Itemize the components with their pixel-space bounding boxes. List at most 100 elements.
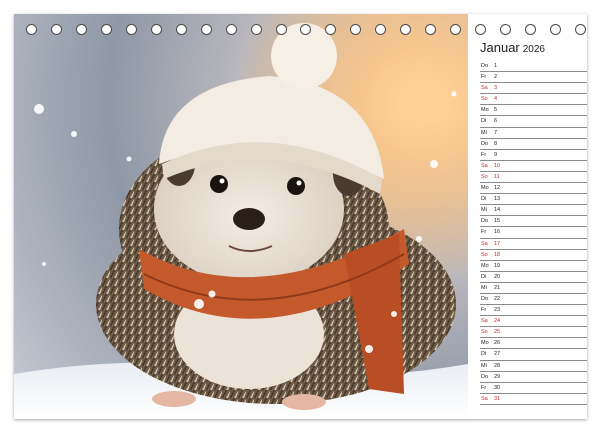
day-row: Fr 30: [480, 383, 587, 394]
day-number: 18: [494, 251, 501, 258]
weekday-label: Di: [481, 118, 487, 125]
day-number: 24: [494, 318, 501, 325]
weekday-label: Mi: [481, 207, 487, 214]
day-row: Fr 23: [480, 305, 587, 317]
day-row: Mo 12: [480, 183, 587, 195]
day-number: 1: [494, 63, 498, 69]
day-row: Do 15: [480, 216, 587, 228]
day-number: 22: [494, 295, 501, 302]
spiral-ring-icon: [325, 24, 337, 35]
day-number: 2: [494, 74, 498, 81]
spiral-ring-icon: [500, 24, 512, 35]
day-number: 27: [494, 351, 501, 358]
spiral-ring-icon: [425, 24, 437, 35]
day-row: Mi 7: [480, 128, 587, 139]
day-row: Mi 28: [480, 361, 587, 372]
day-number: 7: [494, 129, 498, 136]
day-number: 17: [494, 240, 501, 247]
weekday-label: Sa: [481, 395, 488, 402]
weekday-label: Do: [481, 295, 489, 302]
day-row: Mo 5: [480, 105, 587, 117]
day-number: 29: [494, 373, 501, 380]
day-row: Sa 24: [480, 316, 587, 328]
day-number: 26: [494, 340, 501, 347]
day-number: 30: [494, 384, 501, 391]
day-row: Fr 9: [480, 150, 587, 161]
weekday-label: Do: [481, 373, 489, 380]
weekday-label: Mo: [481, 185, 489, 192]
weekday-label: Do: [481, 218, 489, 225]
weekday-label: So: [481, 96, 488, 103]
day-number: 28: [494, 362, 501, 369]
day-number: 10: [494, 162, 501, 169]
calendar-column: Januar 2026 Do 1 Fr 2 Sa 3 So 4 Mo 5 Di 6 Mi 7 Do 8 Fr 9 Sa…: [468, 14, 587, 419]
day-row: Do 1: [480, 61, 587, 73]
weekday-label: Do: [481, 140, 489, 147]
day-number: 13: [494, 196, 501, 203]
weekday-label: So: [481, 251, 488, 258]
day-row: Do 22: [480, 294, 587, 306]
spiral-ring-icon: [350, 24, 362, 35]
weekday-label: Do: [481, 63, 489, 69]
weekday-label: Sa: [481, 162, 488, 169]
day-row: Fr 16: [480, 227, 587, 239]
weekday-label: Fr: [481, 229, 487, 236]
day-number: 21: [494, 284, 501, 291]
spiral-ring-icon: [375, 24, 387, 35]
spiral-ring-icon: [50, 24, 62, 35]
spiral-ring-icon: [475, 24, 487, 35]
day-row: Mi 14: [480, 205, 587, 217]
weekday-label: Di: [481, 196, 487, 203]
day-number: 16: [494, 229, 501, 236]
spiral-ring-icon: [175, 24, 187, 35]
day-row: So 11: [480, 172, 587, 184]
day-number: 6: [494, 118, 498, 125]
weekday-label: Mi: [481, 362, 487, 369]
spiral-ring-icon: [574, 24, 586, 35]
day-row: Sa 31: [480, 394, 587, 405]
day-row: Di 27: [480, 349, 587, 361]
day-row: Fr 2: [480, 72, 587, 84]
weekday-label: Di: [481, 273, 487, 280]
weekday-label: Fr: [481, 307, 487, 314]
day-number: 12: [494, 185, 501, 192]
day-number: 4: [494, 96, 498, 103]
spiral-ring-icon: [275, 24, 287, 35]
weekday-label: Di: [481, 351, 487, 358]
spiral-binding: [26, 24, 586, 38]
weekday-label: So: [481, 329, 488, 336]
spiral-ring-icon: [250, 24, 262, 35]
hedgehog-photo: [14, 14, 468, 419]
day-row: Di 13: [480, 194, 587, 206]
weekday-label: Sa: [481, 85, 488, 92]
weekday-label: Sa: [481, 240, 488, 247]
weekday-label: Mo: [481, 262, 489, 269]
day-number: 3: [494, 85, 498, 92]
day-number: 15: [494, 218, 501, 225]
day-number: 25: [494, 329, 501, 336]
day-row: So 25: [480, 327, 587, 339]
day-row: Di 6: [480, 116, 587, 128]
weekday-label: Mo: [481, 107, 489, 114]
day-number: 8: [494, 140, 498, 147]
month-header: Januar 2026: [480, 40, 545, 55]
weekday-label: Fr: [481, 151, 487, 158]
spiral-ring-icon: [550, 24, 562, 35]
spiral-ring-icon: [525, 24, 537, 35]
weekday-label: So: [481, 173, 488, 180]
hedgehog-illustration: [14, 14, 468, 419]
day-row: Sa 17: [480, 239, 587, 250]
day-number: 5: [494, 107, 498, 114]
weekday-label: Mo: [481, 340, 489, 347]
day-number: 31: [494, 395, 501, 402]
weekday-label: Mi: [481, 284, 487, 291]
spiral-ring-icon: [26, 24, 37, 35]
spiral-ring-icon: [125, 24, 137, 35]
calendar-page: Januar 2026 Do 1 Fr 2 Sa 3 So 4 Mo 5 Di 6 Mi 7 Do 8 Fr 9 Sa…: [14, 14, 587, 419]
day-number: 14: [494, 207, 501, 214]
year-label: 2026: [522, 44, 545, 55]
spiral-ring-icon: [400, 24, 412, 35]
day-row: Di 20: [480, 272, 587, 283]
weekday-label: Sa: [481, 318, 488, 325]
spiral-ring-icon: [150, 24, 162, 35]
